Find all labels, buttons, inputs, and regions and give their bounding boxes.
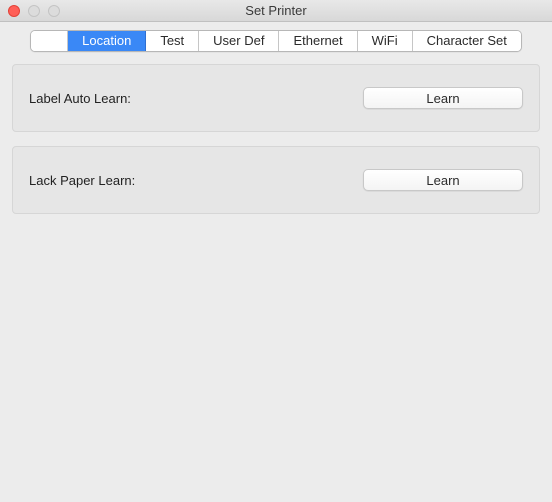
tab-bar: Location Test User Def Ethernet WiFi Cha… <box>0 22 552 64</box>
segmented-tabs: Location Test User Def Ethernet WiFi Cha… <box>30 30 522 52</box>
lack-paper-learn-button[interactable]: Learn <box>363 169 523 191</box>
label-auto-learn-button[interactable]: Learn <box>363 87 523 109</box>
label-auto-learn-label: Label Auto Learn: <box>29 91 131 106</box>
tab-wifi[interactable]: WiFi <box>358 31 413 51</box>
tab-user-def[interactable]: User Def <box>199 31 279 51</box>
tab-location[interactable]: Location <box>68 31 146 51</box>
tab-test[interactable]: Test <box>146 31 199 51</box>
maximize-icon <box>48 5 60 17</box>
panel-label-auto-learn: Label Auto Learn: Learn <box>12 64 540 132</box>
tab-ethernet[interactable]: Ethernet <box>279 31 357 51</box>
tab-character-set[interactable]: Character Set <box>413 31 521 51</box>
lack-paper-learn-label: Lack Paper Learn: <box>29 173 135 188</box>
panel-lack-paper-learn: Lack Paper Learn: Learn <box>12 146 540 214</box>
minimize-icon <box>28 5 40 17</box>
window-controls <box>0 5 60 17</box>
window-title: Set Printer <box>0 3 552 18</box>
tab-blank[interactable] <box>31 31 68 51</box>
titlebar: Set Printer <box>0 0 552 22</box>
close-icon[interactable] <box>8 5 20 17</box>
content-area: Label Auto Learn: Learn Lack Paper Learn… <box>0 64 552 214</box>
